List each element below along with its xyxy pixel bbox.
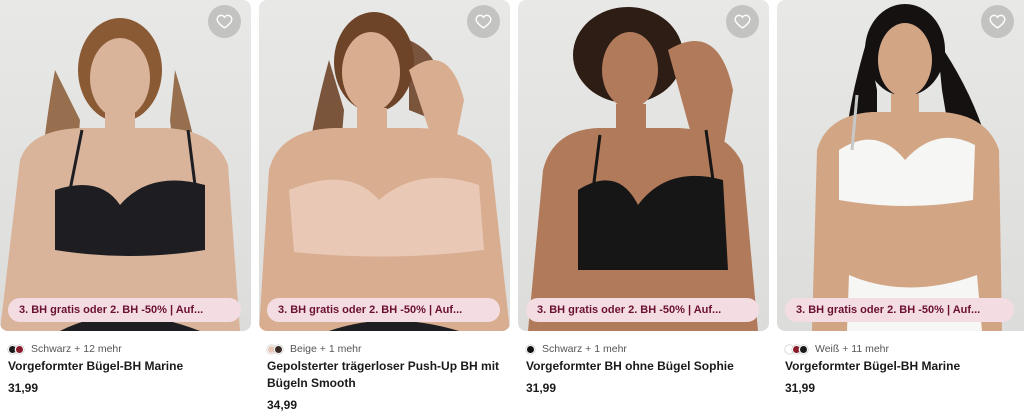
product-image[interactable]: 3. BH gratis oder 2. BH -50% | Auf... xyxy=(777,0,1024,331)
promo-badge[interactable]: 3. BH gratis oder 2. BH -50% | Auf... xyxy=(8,298,241,322)
swatch-brown[interactable] xyxy=(274,344,283,354)
product-card[interactable]: 3. BH gratis oder 2. BH -50% | Auf... Be… xyxy=(259,0,510,413)
product-price: 31,99 xyxy=(8,381,39,395)
promo-badge[interactable]: 3. BH gratis oder 2. BH -50% | Auf... xyxy=(267,298,500,322)
promo-badge[interactable]: 3. BH gratis oder 2. BH -50% | Auf... xyxy=(526,298,759,322)
product-price: 31,99 xyxy=(526,381,557,395)
product-price: 31,99 xyxy=(785,381,816,395)
color-swatches[interactable]: Schwarz + 1 mehr xyxy=(526,343,627,355)
heart-outline-icon xyxy=(475,14,492,29)
product-image[interactable]: 3. BH gratis oder 2. BH -50% | Auf... xyxy=(0,0,251,331)
swatch-red[interactable] xyxy=(15,344,24,354)
product-card[interactable]: 3. BH gratis oder 2. BH -50% | Auf... We… xyxy=(777,0,1024,413)
favorite-button[interactable] xyxy=(981,5,1014,38)
color-swatches[interactable]: Beige + 1 mehr xyxy=(267,343,362,355)
favorite-button[interactable] xyxy=(208,5,241,38)
product-title[interactable]: Vorgeformter BH ohne Bügel Sophie xyxy=(526,358,766,375)
heart-outline-icon xyxy=(216,14,233,29)
product-card[interactable]: 3. BH gratis oder 2. BH -50% | Auf... Sc… xyxy=(518,0,769,413)
favorite-button[interactable] xyxy=(726,5,759,38)
color-swatches[interactable]: Schwarz + 12 mehr xyxy=(8,343,122,355)
model-illustration xyxy=(0,18,240,331)
color-swatches[interactable]: Weiß + 11 mehr xyxy=(785,343,889,355)
product-title[interactable]: Vorgeformter Bügel-BH Marine xyxy=(8,358,248,375)
color-note: Schwarz + 1 mehr xyxy=(542,343,627,355)
model-illustration xyxy=(528,7,758,331)
favorite-button[interactable] xyxy=(467,5,500,38)
product-card[interactable]: 3. BH gratis oder 2. BH -50% | Auf... Sc… xyxy=(0,0,251,413)
heart-outline-icon xyxy=(989,14,1006,29)
product-title[interactable]: Gepolsterter trägerloser Push-Up BH mit … xyxy=(267,358,507,392)
product-title[interactable]: Vorgeformter Bügel-BH Marine xyxy=(785,358,1024,375)
product-price: 34,99 xyxy=(267,398,298,412)
model-illustration xyxy=(812,4,1002,331)
swatch-black[interactable] xyxy=(526,344,535,354)
model-illustration xyxy=(259,12,510,331)
promo-badge[interactable]: 3. BH gratis oder 2. BH -50% | Auf... xyxy=(785,298,1014,322)
product-image[interactable]: 3. BH gratis oder 2. BH -50% | Auf... xyxy=(259,0,510,331)
color-note: Beige + 1 mehr xyxy=(290,343,362,355)
product-image[interactable]: 3. BH gratis oder 2. BH -50% | Auf... xyxy=(518,0,769,331)
color-note: Schwarz + 12 mehr xyxy=(31,343,122,355)
swatch-black[interactable] xyxy=(799,344,808,354)
color-note: Weiß + 11 mehr xyxy=(815,343,890,355)
heart-outline-icon xyxy=(734,14,751,29)
product-grid: 3. BH gratis oder 2. BH -50% | Auf... Sc… xyxy=(0,0,1024,413)
